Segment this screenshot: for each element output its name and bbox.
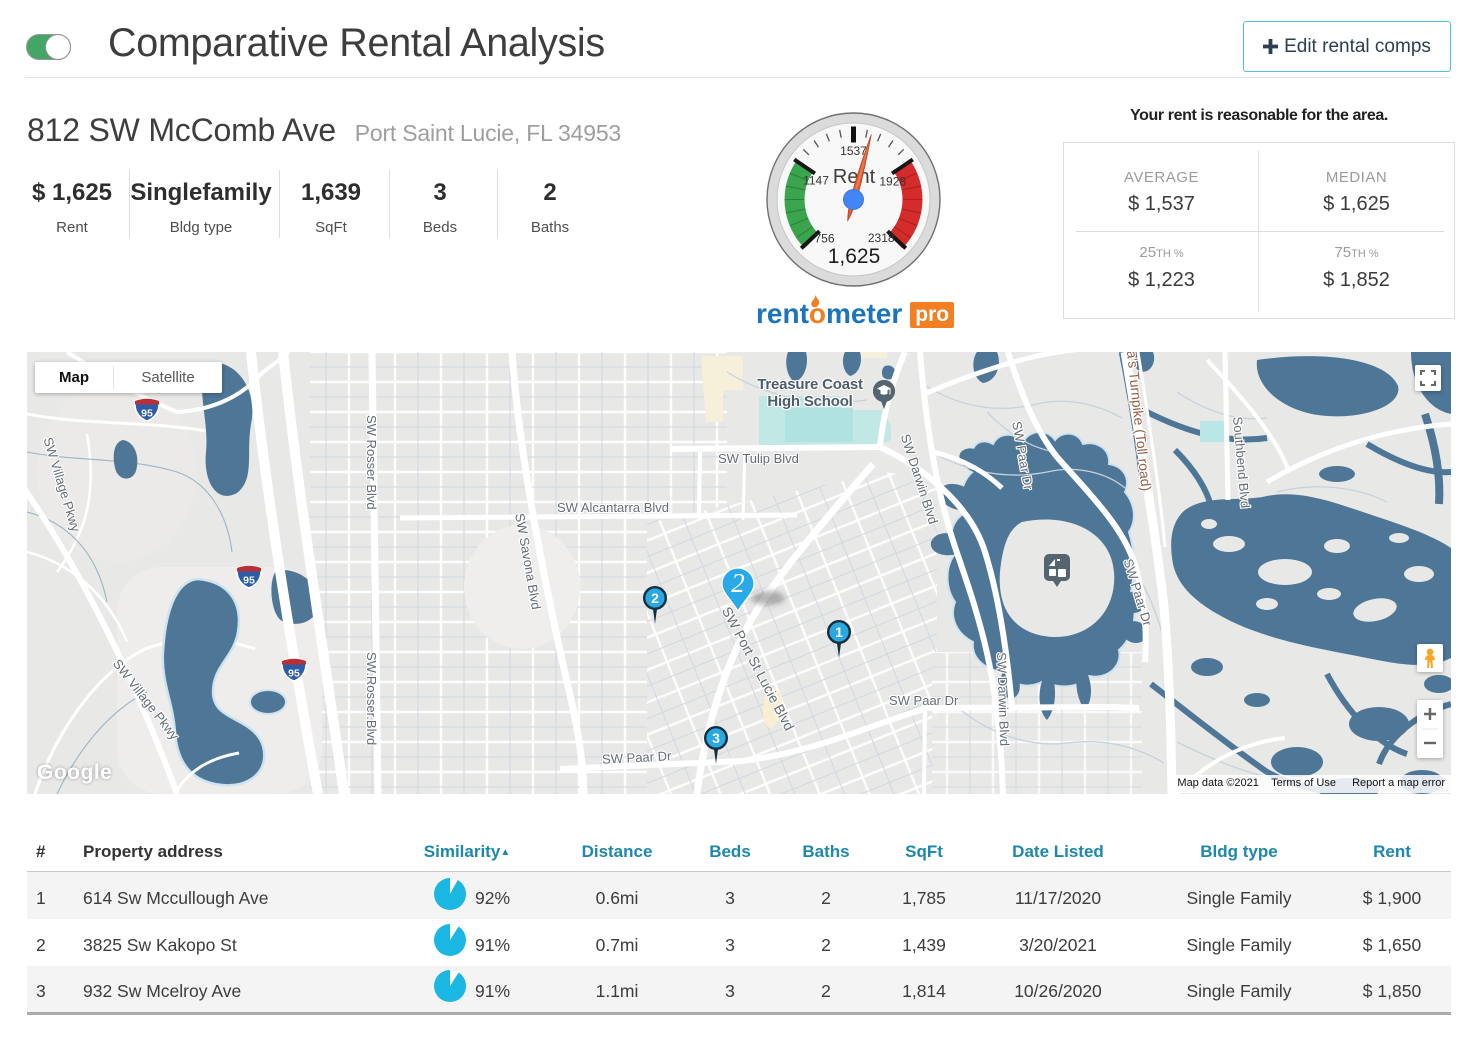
svg-text:1147: 1147 [803, 174, 829, 188]
svg-text:2318: 2318 [868, 231, 895, 245]
svg-text:95: 95 [243, 575, 255, 587]
svg-text:1: 1 [835, 624, 843, 640]
svg-text:756: 756 [814, 231, 834, 245]
svg-text:3: 3 [712, 730, 720, 746]
svg-text:1537: 1537 [840, 144, 867, 158]
svg-text:95: 95 [288, 668, 300, 680]
svg-text:2: 2 [651, 590, 659, 606]
svg-text:1928: 1928 [879, 174, 906, 188]
svg-text:1,625: 1,625 [828, 245, 881, 268]
svg-text:2: 2 [731, 568, 745, 598]
svg-text:95: 95 [141, 408, 153, 420]
